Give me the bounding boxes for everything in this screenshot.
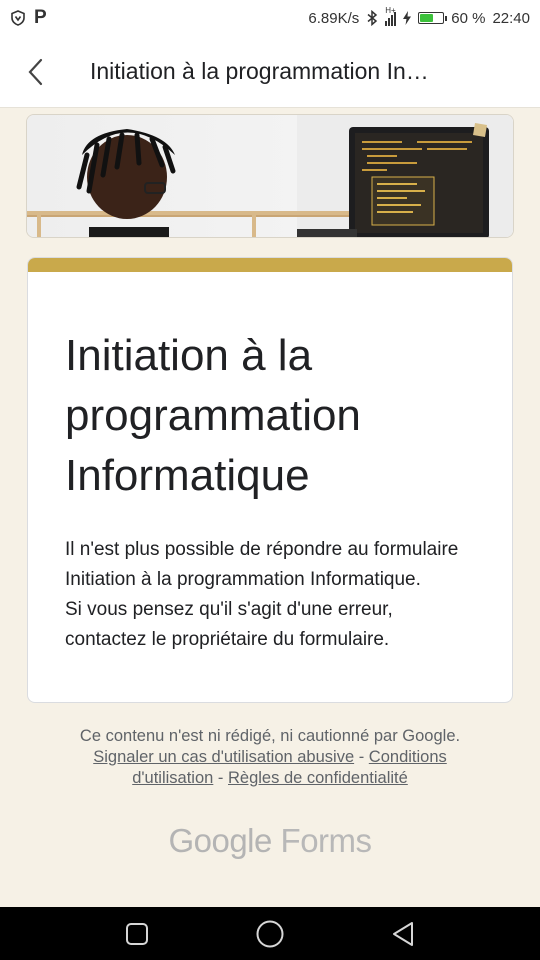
forms-wordmark: Forms [280, 822, 373, 859]
privacy-link[interactable]: Règles de confidentialité [228, 769, 408, 787]
bluetooth-icon [367, 10, 378, 26]
back-triangle-icon [393, 921, 414, 946]
app-bar: Initiation à la programmation In… [0, 36, 540, 108]
recents-button[interactable] [107, 907, 167, 960]
signal-type-label: H+ [385, 6, 396, 15]
form-closed-card: Initiation à la programmation Informatiq… [27, 257, 513, 703]
charging-bolt-icon [403, 11, 412, 25]
system-back-button[interactable] [373, 907, 433, 960]
header-banner-image [26, 114, 514, 238]
home-circle-icon [256, 920, 284, 947]
footer-disclaimer: Ce contenu n'est ni rédigé, ni cautionné… [79, 727, 461, 745]
closed-message-text: Il n'est plus possible de répondre au fo… [65, 539, 459, 590]
signal-icon: H+ [385, 6, 397, 26]
shield-icon [11, 10, 25, 26]
app-bar-title: Initiation à la programmation In… [90, 58, 429, 84]
carrier-p-icon: P [34, 7, 47, 28]
home-button[interactable] [240, 907, 300, 960]
battery-fill [420, 14, 434, 22]
clock: 22:40 [492, 9, 530, 27]
card-accent-bar [28, 258, 512, 272]
report-abuse-link[interactable]: Signaler un cas d'utilisation abusive [93, 748, 354, 766]
footer-separator: - [213, 769, 228, 787]
battery-percent: 60 % [451, 9, 486, 27]
google-wordmark: Google [168, 822, 272, 859]
form-title: Initiation à la programmation Informatiq… [65, 331, 361, 500]
network-speed: 6.89K/s [308, 9, 360, 27]
google-forms-logo[interactable]: Google Forms [0, 822, 540, 860]
recents-square-icon [125, 922, 148, 945]
footer-separator: - [354, 748, 369, 766]
system-nav-bar [0, 907, 540, 960]
chevron-left-icon [28, 58, 43, 85]
status-bar: P 6.89K/s H+ 60 % 22:40 [0, 0, 540, 36]
contact-owner-text: Si vous pensez qu'il s'agit d'une erreur… [65, 599, 393, 650]
back-button[interactable] [0, 36, 72, 108]
form-closed-message: Il n'est plus possible de répondre au fo… [28, 506, 512, 655]
banner-illustration [27, 115, 513, 237]
footer: Ce contenu n'est ni rédigé, ni cautionné… [0, 726, 540, 789]
battery-icon [418, 12, 448, 24]
